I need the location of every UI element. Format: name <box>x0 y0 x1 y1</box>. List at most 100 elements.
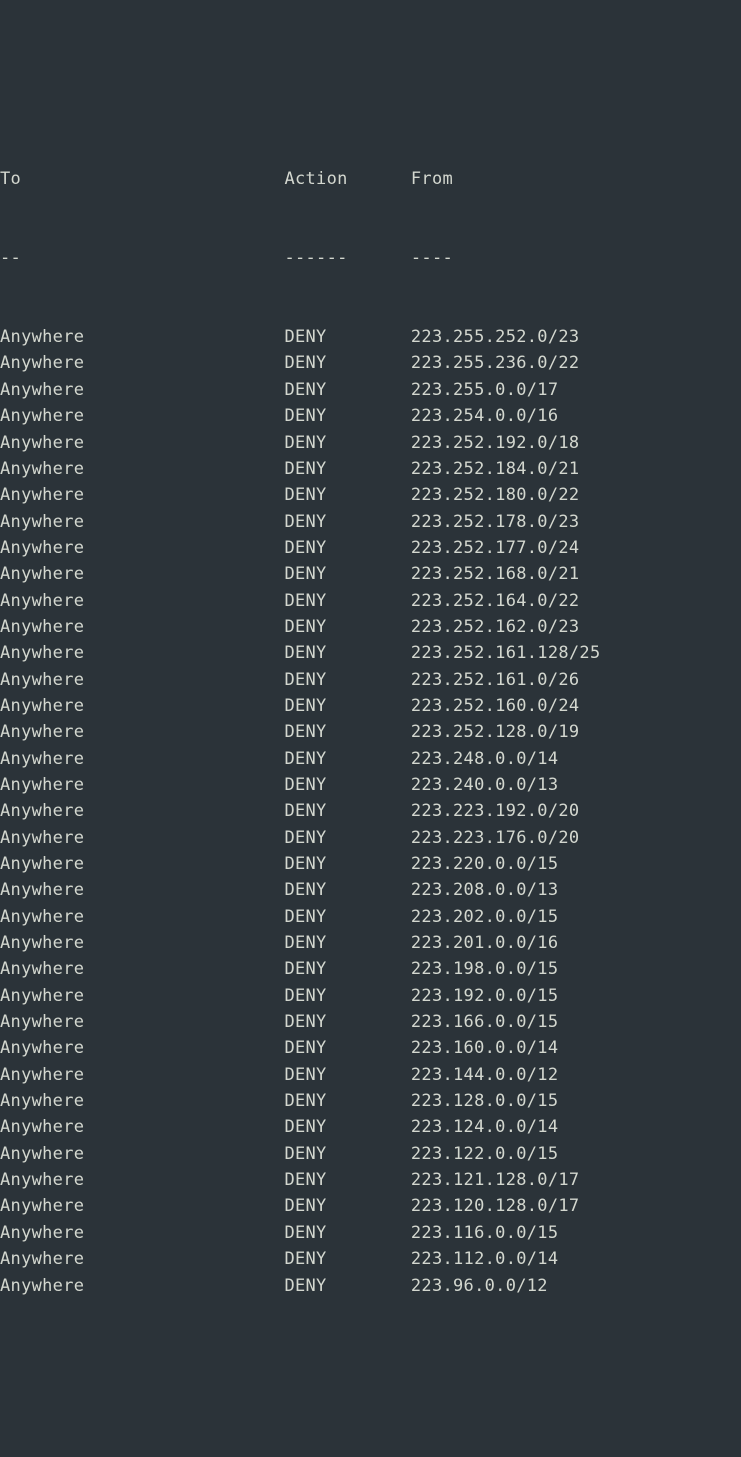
table-row: Anywhere DENY 223.124.0.0/14 <box>0 1114 741 1140</box>
cell-from: 223.252.162.0/23 <box>411 617 580 637</box>
cell-from: 223.223.176.0/20 <box>411 828 580 848</box>
table-row: Anywhere DENY 223.252.128.0/19 <box>0 719 741 745</box>
cell-from: 223.252.164.0/22 <box>411 591 580 611</box>
cell-to: Anywhere <box>0 1012 284 1032</box>
cell-action: DENY <box>284 959 410 979</box>
cell-from: 223.128.0.0/15 <box>411 1091 559 1111</box>
cell-to: Anywhere <box>0 959 284 979</box>
cell-to: Anywhere <box>0 1276 284 1296</box>
cell-action: DENY <box>284 696 410 716</box>
cell-to: Anywhere <box>0 696 284 716</box>
cell-action: DENY <box>284 406 410 426</box>
cell-to: Anywhere <box>0 353 284 373</box>
cell-to: Anywhere <box>0 722 284 742</box>
table-row: Anywhere DENY 223.208.0.0/13 <box>0 877 741 903</box>
cell-from: 223.252.177.0/24 <box>411 538 580 558</box>
cell-from: 223.252.160.0/24 <box>411 696 580 716</box>
cell-action: DENY <box>284 986 410 1006</box>
cell-to: Anywhere <box>0 564 284 584</box>
cell-action: DENY <box>284 801 410 821</box>
cell-from: 223.112.0.0/14 <box>411 1249 559 1269</box>
cell-action: DENY <box>284 1012 410 1032</box>
cell-to: Anywhere <box>0 775 284 795</box>
cell-from: 223.201.0.0/16 <box>411 933 559 953</box>
table-row: Anywhere DENY 223.223.192.0/20 <box>0 798 741 824</box>
cell-to: Anywhere <box>0 643 284 663</box>
cell-from: 223.220.0.0/15 <box>411 854 559 874</box>
cell-action: DENY <box>284 643 410 663</box>
cell-to: Anywhere <box>0 749 284 769</box>
cell-action: DENY <box>284 670 410 690</box>
cell-action: DENY <box>284 1276 410 1296</box>
header-action: Action <box>284 169 410 189</box>
cell-action: DENY <box>284 828 410 848</box>
cell-from: 223.166.0.0/15 <box>411 1012 559 1032</box>
cell-from: 223.252.180.0/22 <box>411 485 580 505</box>
cell-to: Anywhere <box>0 933 284 953</box>
table-row: Anywhere DENY 223.220.0.0/15 <box>0 851 741 877</box>
cell-action: DENY <box>284 880 410 900</box>
cell-action: DENY <box>284 907 410 927</box>
table-row: Anywhere DENY 223.252.168.0/21 <box>0 561 741 587</box>
table-row: Anywhere DENY 223.252.178.0/23 <box>0 509 741 535</box>
cell-from: 223.121.128.0/17 <box>411 1170 580 1190</box>
cell-action: DENY <box>284 1065 410 1085</box>
cell-to: Anywhere <box>0 538 284 558</box>
cell-to: Anywhere <box>0 406 284 426</box>
table-row: Anywhere DENY 223.112.0.0/14 <box>0 1246 741 1272</box>
table-row: Anywhere DENY 223.160.0.0/14 <box>0 1035 741 1061</box>
header-from: From <box>411 169 453 189</box>
cell-action: DENY <box>284 380 410 400</box>
cell-to: Anywhere <box>0 1065 284 1085</box>
table-row: Anywhere DENY 223.254.0.0/16 <box>0 403 741 429</box>
cell-action: DENY <box>284 1144 410 1164</box>
table-row: Anywhere DENY 223.122.0.0/15 <box>0 1141 741 1167</box>
table-row: Anywhere DENY 223.252.161.128/25 <box>0 640 741 666</box>
cell-from: 223.252.178.0/23 <box>411 512 580 532</box>
cell-from: 223.144.0.0/12 <box>411 1065 559 1085</box>
cell-action: DENY <box>284 775 410 795</box>
cell-from: 223.198.0.0/15 <box>411 959 559 979</box>
cell-from: 223.160.0.0/14 <box>411 1038 559 1058</box>
cell-action: DENY <box>284 591 410 611</box>
cell-to: Anywhere <box>0 433 284 453</box>
cell-to: Anywhere <box>0 1249 284 1269</box>
cell-action: DENY <box>284 1038 410 1058</box>
cell-to: Anywhere <box>0 1144 284 1164</box>
cell-action: DENY <box>284 459 410 479</box>
cell-to: Anywhere <box>0 1170 284 1190</box>
cell-action: DENY <box>284 1196 410 1216</box>
table-row: Anywhere DENY 223.96.0.0/12 <box>0 1273 741 1299</box>
cell-to: Anywhere <box>0 801 284 821</box>
table-row: Anywhere DENY 223.252.161.0/26 <box>0 667 741 693</box>
cell-from: 223.122.0.0/15 <box>411 1144 559 1164</box>
sep-to: -- <box>0 248 284 268</box>
table-row: Anywhere DENY 223.166.0.0/15 <box>0 1009 741 1035</box>
table-row: Anywhere DENY 223.252.162.0/23 <box>0 614 741 640</box>
cell-from: 223.116.0.0/15 <box>411 1223 559 1243</box>
cell-from: 223.248.0.0/14 <box>411 749 559 769</box>
table-row: Anywhere DENY 223.255.252.0/23 <box>0 324 741 350</box>
table-row: Anywhere DENY 223.121.128.0/17 <box>0 1167 741 1193</box>
table-row: Anywhere DENY 223.116.0.0/15 <box>0 1220 741 1246</box>
cell-to: Anywhere <box>0 986 284 1006</box>
cell-to: Anywhere <box>0 512 284 532</box>
rules-list: Anywhere DENY 223.255.252.0/23Anywhere D… <box>0 324 741 1299</box>
cell-to: Anywhere <box>0 1038 284 1058</box>
cell-from: 223.208.0.0/13 <box>411 880 559 900</box>
cell-to: Anywhere <box>0 1091 284 1111</box>
table-row: Anywhere DENY 223.255.236.0/22 <box>0 350 741 376</box>
cell-from: 223.255.252.0/23 <box>411 327 580 347</box>
cell-action: DENY <box>284 485 410 505</box>
cell-from: 223.252.168.0/21 <box>411 564 580 584</box>
cell-action: DENY <box>284 933 410 953</box>
cell-from: 223.240.0.0/13 <box>411 775 559 795</box>
cell-from: 223.252.128.0/19 <box>411 722 580 742</box>
cell-from: 223.252.161.0/26 <box>411 670 580 690</box>
cell-to: Anywhere <box>0 670 284 690</box>
table-row: Anywhere DENY 223.252.160.0/24 <box>0 693 741 719</box>
cell-from: 223.254.0.0/16 <box>411 406 559 426</box>
cell-from: 223.255.0.0/17 <box>411 380 559 400</box>
cell-to: Anywhere <box>0 591 284 611</box>
cell-action: DENY <box>284 1170 410 1190</box>
